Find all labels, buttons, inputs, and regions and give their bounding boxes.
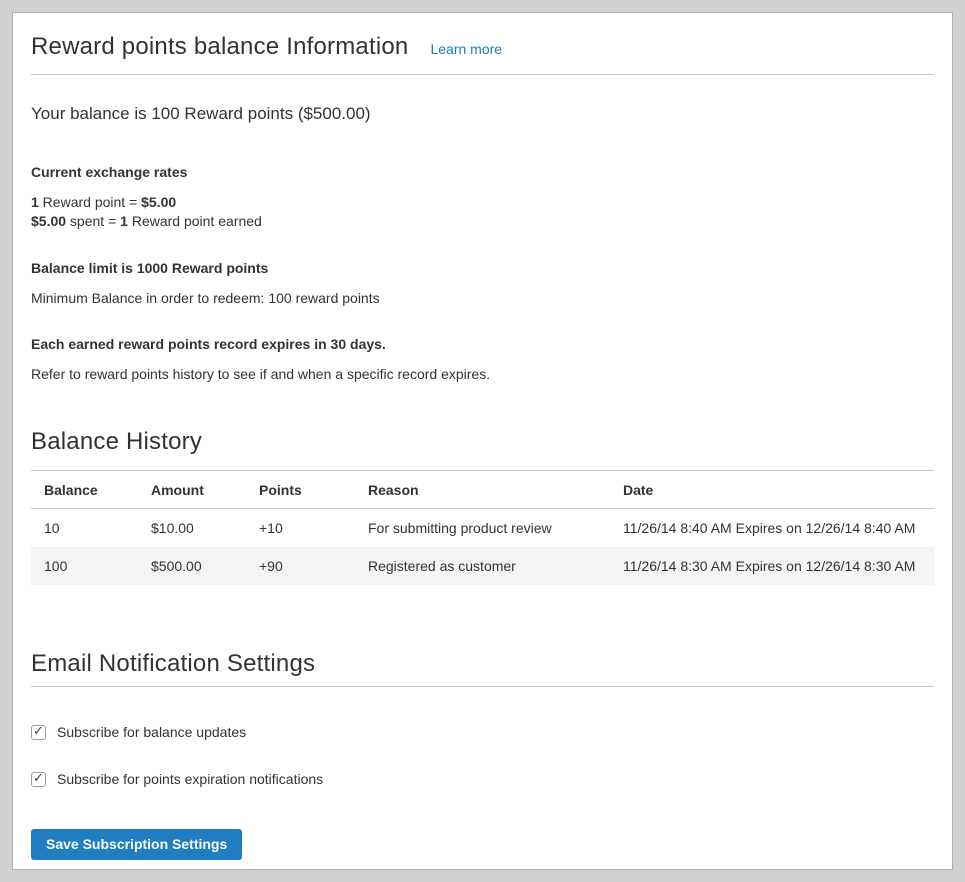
rate2-amount: $5.00 (31, 213, 66, 229)
cell-amount: $10.00 (138, 509, 246, 548)
page-title: Reward points balance Information (31, 32, 408, 62)
rate1-amount: $5.00 (141, 194, 176, 210)
subscription-checkbox-1[interactable] (31, 772, 46, 787)
balance-summary: Your balance is 100 Reward points ($500.… (31, 103, 934, 125)
exchange-rate-line-2: $5.00 spent = 1 Reward point earned (31, 212, 934, 231)
rate1-points: 1 (31, 194, 39, 210)
cell-reason: Registered as customer (355, 547, 610, 585)
column-header-reason: Reason (355, 471, 610, 509)
cell-amount: $500.00 (138, 547, 246, 585)
column-header-balance: Balance (31, 471, 138, 509)
table-row: 100 $500.00 +90 Registered as customer 1… (31, 547, 934, 585)
rate2-suffix: Reward point earned (128, 213, 262, 229)
balance-history-header: Balance History (31, 427, 934, 471)
email-settings-title: Email Notification Settings (31, 649, 934, 679)
table-row: 10 $10.00 +10 For submitting product rev… (31, 509, 934, 548)
save-subscription-settings-button[interactable]: Save Subscription Settings (31, 829, 242, 860)
column-header-amount: Amount (138, 471, 246, 509)
column-header-points: Points (246, 471, 355, 509)
cell-date: 11/26/14 8:30 AM Expires on 12/26/14 8:3… (610, 547, 934, 585)
table-header-row: Balance Amount Points Reason Date (31, 471, 934, 509)
exchange-rates: 1 Reward point = $5.00 $5.00 spent = 1 R… (31, 193, 934, 231)
page-header: Reward points balance Information Learn … (31, 32, 934, 75)
cell-points: +90 (246, 547, 355, 585)
cell-reason: For submitting product review (355, 509, 610, 548)
balance-limit: Balance limit is 1000 Reward points (31, 259, 934, 277)
expiration-rule: Each earned reward points record expires… (31, 335, 934, 353)
subscription-option-expiration: Subscribe for points expiration notifica… (31, 771, 934, 787)
subscription-label: Subscribe for points expiration notifica… (57, 771, 323, 787)
cell-date: 11/26/14 8:40 AM Expires on 12/26/14 8:4… (610, 509, 934, 548)
column-header-date: Date (610, 471, 934, 509)
rate2-points: 1 (120, 213, 128, 229)
cell-balance: 10 (31, 509, 138, 548)
minimum-balance: Minimum Balance in order to redeem: 100 … (31, 289, 934, 307)
reward-points-panel: Reward points balance Information Learn … (12, 12, 953, 870)
exchange-rates-heading: Current exchange rates (31, 163, 934, 181)
subscription-label: Subscribe for balance updates (57, 724, 246, 740)
exchange-rate-line-1: 1 Reward point = $5.00 (31, 193, 934, 212)
rate2-text: spent = (66, 213, 120, 229)
rate1-text: Reward point = (39, 194, 141, 210)
subscription-option-balance: Subscribe for balance updates (31, 724, 934, 740)
learn-more-link[interactable]: Learn more (430, 41, 502, 57)
email-settings-header: Email Notification Settings (31, 649, 934, 687)
subscription-checkbox-0[interactable] (31, 725, 46, 740)
cell-balance: 100 (31, 547, 138, 585)
balance-history-title: Balance History (31, 427, 934, 457)
balance-history-table: Balance Amount Points Reason Date 10 $10… (31, 471, 934, 585)
expiration-note: Refer to reward points history to see if… (31, 365, 934, 383)
cell-points: +10 (246, 509, 355, 548)
